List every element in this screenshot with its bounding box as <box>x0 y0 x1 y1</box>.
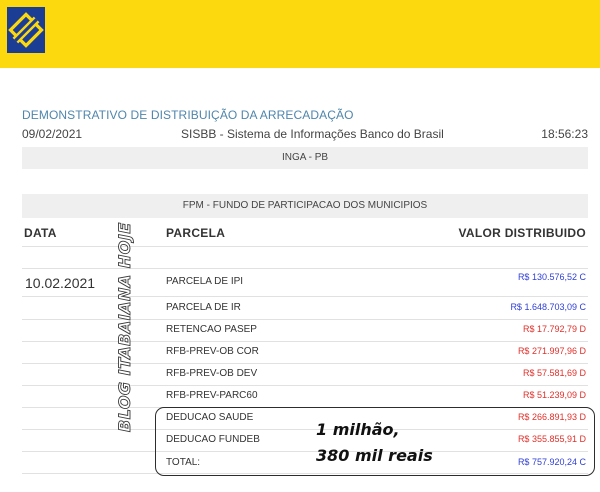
column-header-parcela: PARCELA <box>166 226 226 240</box>
report-date: 09/02/2021 <box>22 127 83 141</box>
row-valor: R$ 1.648.703,09 C <box>510 302 586 312</box>
report-time: 18:56:23 <box>541 127 588 141</box>
row-valor: R$ 51.239,09 D <box>522 390 586 400</box>
row-parcela: RFB-PREV-OB COR <box>166 346 259 357</box>
row-parcela: PARCELA DE IR <box>166 302 241 313</box>
top-bar <box>0 0 600 68</box>
annotation-amount-line2: 380 mil reais <box>316 446 433 465</box>
row-valor: R$ 57.581,69 D <box>522 368 586 378</box>
row-parcela: PARCELA DE IPI <box>166 276 244 287</box>
row-valor: R$ 17.792,79 D <box>522 324 586 334</box>
report-title: DEMONSTRATIVO DE DISTRIBUIÇÃO DA ARRECAD… <box>22 108 354 122</box>
watermark-text: BLOG ITABAIANA HOJE <box>115 222 134 432</box>
row-valor: R$ 130.576,52 C <box>517 272 586 282</box>
blog-watermark: BLOG ITABAIANA HOJE <box>115 222 135 433</box>
report-meta: 09/02/2021 SISBB - Sistema de Informaçõe… <box>22 127 588 143</box>
annotation-amount-line1: 1 milhão, <box>316 420 400 439</box>
column-header-valor: VALOR DISTRIBUIDO <box>458 226 586 240</box>
row-valor: R$ 271.997,96 D <box>517 346 586 356</box>
row-parcela: RETENCAO PASEP <box>166 324 257 335</box>
banco-do-brasil-logo-icon[interactable] <box>7 7 45 53</box>
system-name: SISBB - Sistema de Informações Banco do … <box>181 127 444 141</box>
column-header-date: DATA <box>24 226 57 240</box>
row-parcela: RFB-PREV-PARC60 <box>166 390 258 401</box>
highlight-box <box>155 407 595 476</box>
municipality-band: INGA - PB <box>22 147 588 169</box>
entry-date: 10.02.2021 <box>25 275 96 291</box>
row-parcela: RFB-PREV-OB DEV <box>166 368 258 379</box>
